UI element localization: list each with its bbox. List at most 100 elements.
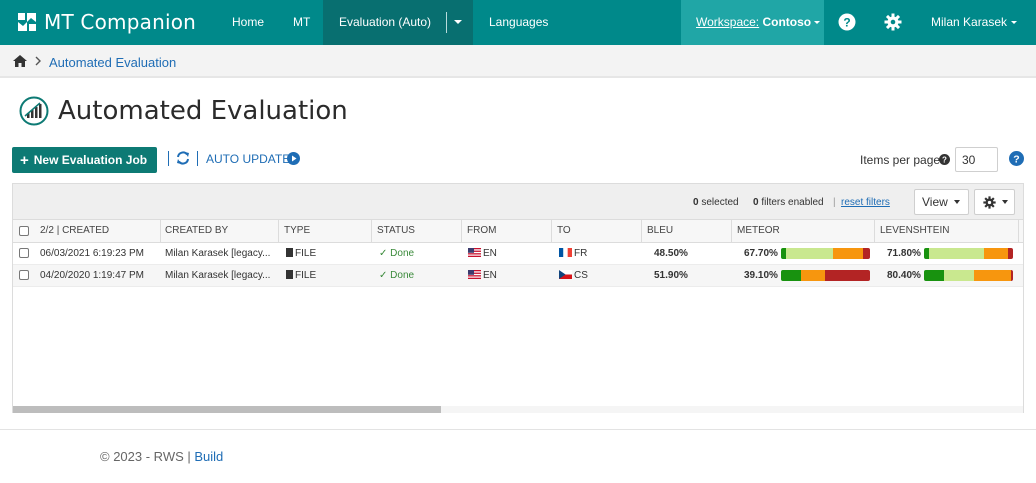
nav-home[interactable]: Home [232,0,264,45]
bar-segment-light-green [786,248,833,259]
evaluation-jobs-grid: 0 selected 0 filters enabled | reset fil… [12,183,1024,413]
cell-status: ✓ Done [374,243,462,264]
bar-segment-light-green [929,248,984,259]
bleu-value: 51.90% [654,270,688,281]
cell-created: 04/20/2020 1:19:47 PM [40,270,144,281]
table-row[interactable]: 04/20/2020 1:19:47 PM Milan Karasek [leg… [13,265,1023,287]
row-checkbox[interactable] [19,248,29,258]
cell-type: FILE [281,265,373,286]
cell-from-label: EN [483,270,497,281]
row-checkbox[interactable] [19,270,29,280]
bleu-value: 48.50% [654,248,688,259]
filter-separator: | [833,197,836,208]
us-flag-icon [468,248,481,257]
top-navbar: MT Companion Home MT Evaluation (Auto) L… [0,0,1036,45]
meteor-score-bar [781,270,870,281]
levenshtein-value: 71.80% [887,248,921,259]
play-circle-icon[interactable] [287,152,300,165]
column-to[interactable]: TO [552,220,642,242]
question-circle-icon[interactable]: ? [939,154,950,165]
chevron-down-icon [1002,200,1008,204]
workspace-label: Workspace: [696,15,760,29]
cell-levenshtein: 71.80% [882,243,927,264]
chevron-down-icon [953,200,960,204]
items-per-page-input[interactable] [955,147,998,172]
cell-to-label: CS [574,270,588,281]
breadcrumb: Automated Evaluation [0,45,1036,78]
cell-type-label: FILE [295,270,317,281]
bar-segment-red [1011,270,1013,281]
bar-segment-red [863,248,870,259]
cz-flag-icon [559,270,572,279]
footer: © 2023 - RWS | Build [100,449,223,464]
nav-languages[interactable]: Languages [489,0,548,45]
column-levenshtein[interactable]: LEVENSHTEIN [875,220,1019,242]
nav-evaluation-auto[interactable]: Evaluation (Auto) [323,0,473,45]
brand[interactable]: MT Companion [17,10,196,34]
new-evaluation-job-button[interactable]: + New Evaluation Job [12,147,157,173]
grid-settings-dropdown[interactable] [974,189,1015,215]
selected-number: 0 [693,197,699,208]
cell-type-label: FILE [295,248,317,259]
cell-to-label: FR [574,248,588,259]
bar-segment-orange [833,248,863,259]
cell-bleu: 48.50% [649,243,729,264]
selected-label: selected [701,197,739,208]
gear-icon [983,195,996,209]
cell-status-label: Done [390,270,415,281]
reset-filters-link[interactable]: reset filters [841,197,890,208]
column-created[interactable]: 2/2 | CREATED [35,220,161,242]
cell-bleu: 51.90% [649,265,729,286]
column-status[interactable]: STATUS [372,220,462,242]
table-row[interactable]: 06/03/2021 6:19:23 PM Milan Karasek [leg… [13,243,1023,265]
chevron-down-icon[interactable] [454,20,462,24]
grid-toolbar: 0 selected 0 filters enabled | reset fil… [13,184,1023,220]
nav-divider [446,12,447,33]
help-icon[interactable]: ? [838,13,856,31]
plus-icon: + [20,151,29,169]
column-created-by[interactable]: CREATED BY [160,220,279,242]
cell-from-label: EN [483,248,497,259]
brand-name: MT Companion [44,10,197,34]
levenshtein-score-bar [924,270,1013,281]
view-dropdown[interactable]: View [914,189,969,215]
levenshtein-value: 80.40% [887,270,921,281]
mt-companion-logo-icon [18,13,36,31]
breadcrumb-current[interactable]: Automated Evaluation [49,55,176,70]
refresh-icon[interactable] [176,151,190,165]
cell-to: CS [554,265,642,286]
cell-created-by: Milan Karasek [legacy... [165,270,271,281]
footer-divider [0,429,1036,430]
nav-mt[interactable]: MT [293,0,310,45]
home-icon[interactable] [13,55,27,67]
bar-segment-red [825,270,870,281]
file-icon [286,270,293,279]
auto-update-link[interactable]: AUTO UPDATE [206,152,290,166]
items-per-page-label: Items per page [860,153,941,167]
user-menu[interactable]: Milan Karasek [931,0,1018,45]
horizontal-scrollbar[interactable] [13,406,1023,413]
cell-status: ✓ Done [374,265,462,286]
bar-segment-red [1008,248,1013,259]
bar-segment-orange [974,270,1011,281]
filters-number: 0 [753,197,759,208]
cell-from: EN [463,265,552,286]
column-bleu[interactable]: BLEU [642,220,732,242]
us-flag-icon [468,270,481,279]
gear-icon[interactable] [884,13,902,31]
filters-label: filters enabled [761,197,824,208]
help-icon[interactable]: ? [1009,151,1024,166]
grid-header: 2/2 | CREATED CREATED BY TYPE STATUS FRO… [13,220,1023,243]
build-link[interactable]: Build [194,449,223,464]
column-created-label: | CREATED [56,225,110,236]
cell-meteor: 39.10% [739,265,784,286]
column-from[interactable]: FROM [462,220,552,242]
column-type[interactable]: TYPE [279,220,372,242]
column-meteor[interactable]: METEOR [732,220,875,242]
workspace-selector[interactable]: Workspace: Contoso [681,0,824,45]
scrollbar-thumb[interactable] [13,406,441,413]
levenshtein-score-bar [924,248,1013,259]
select-all-checkbox[interactable] [19,226,29,236]
meteor-value: 39.10% [744,270,778,281]
bar-segment-orange [801,270,825,281]
